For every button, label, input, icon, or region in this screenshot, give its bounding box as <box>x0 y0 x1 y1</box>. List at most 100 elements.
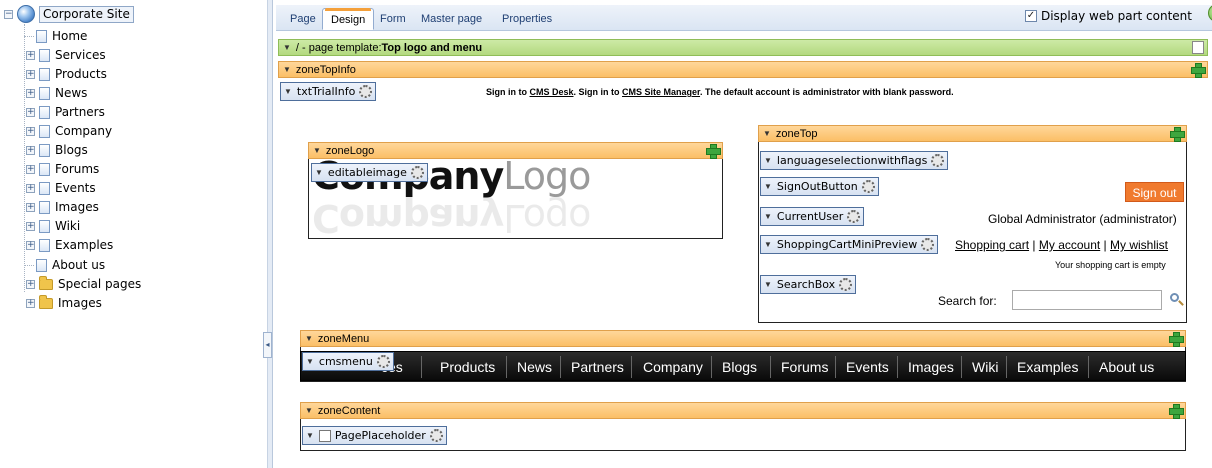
gear-icon[interactable] <box>921 238 935 251</box>
menu-arrow-icon[interactable]: ▼ <box>305 406 313 415</box>
cms-desk-link[interactable]: CMS Desk <box>530 87 574 97</box>
search-icon[interactable] <box>1170 293 1179 302</box>
menu-item-products[interactable]: Products <box>440 359 495 375</box>
tree-item-label[interactable]: Images <box>58 296 102 310</box>
menu-arrow-icon[interactable]: ▼ <box>763 129 771 138</box>
tree-item-examples[interactable]: + Examples <box>26 236 113 254</box>
expand-icon[interactable]: + <box>26 88 35 98</box>
menu-arrow-icon[interactable]: ▼ <box>315 168 323 177</box>
tree-item-blogs[interactable]: + Blogs <box>26 141 88 159</box>
tree-item-label[interactable]: Images <box>55 200 99 214</box>
menu-item-blogs[interactable]: Blogs <box>722 359 757 375</box>
expand-icon[interactable]: + <box>26 145 35 155</box>
webpart-cmsmenu[interactable]: ▼ cmsmenu <box>302 352 394 371</box>
webpart-languageselection[interactable]: ▼ languageselectionwithflags <box>760 151 949 170</box>
zone-top-bar[interactable]: ▼ zoneTop <box>758 125 1187 142</box>
gear-icon[interactable] <box>359 85 373 98</box>
sign-out-button[interactable]: Sign out <box>1125 182 1184 202</box>
menu-arrow-icon[interactable]: ▼ <box>306 431 314 440</box>
menu-arrow-icon[interactable]: ▼ <box>764 182 772 191</box>
gear-icon[interactable] <box>839 278 853 291</box>
tab-form[interactable]: Form <box>372 8 414 30</box>
expand-icon[interactable]: + <box>26 50 35 60</box>
tree-item-label[interactable]: Products <box>55 67 107 81</box>
display-webpart-toggle[interactable]: ✓ Display web part content <box>1024 9 1192 23</box>
menu-item-wiki[interactable]: Wiki <box>972 359 998 375</box>
tree-item-news[interactable]: + News <box>26 84 87 102</box>
menu-item-images[interactable]: Images <box>908 359 954 375</box>
tree-item-images[interactable]: + Images <box>26 198 99 216</box>
refresh-icon[interactable] <box>1208 4 1212 22</box>
menu-arrow-icon[interactable]: ▼ <box>764 156 772 165</box>
tree-item-wiki[interactable]: + Wiki <box>26 217 80 235</box>
tree-item-partners[interactable]: + Partners <box>26 103 105 121</box>
menu-item-forums[interactable]: Forums <box>781 359 828 375</box>
tree-item-label[interactable]: Partners <box>55 105 105 119</box>
page-template-bar[interactable]: ▼ / - page template: Top logo and menu <box>278 39 1208 56</box>
expand-icon[interactable]: + <box>26 279 35 289</box>
menu-item-examples[interactable]: Examples <box>1017 359 1078 375</box>
tree-item-label[interactable]: Home <box>52 29 87 43</box>
display-webpart-checkbox[interactable]: ✓ <box>1024 10 1037 22</box>
tree-item-label[interactable]: About us <box>52 258 105 272</box>
tree-item-products[interactable]: + Products <box>26 65 107 83</box>
webpart-editableimage[interactable]: ▼ editableimage <box>311 163 428 182</box>
webpart-pageplaceholder[interactable]: ▼ PagePlaceholder <box>302 426 447 445</box>
gear-icon[interactable] <box>376 355 390 368</box>
webpart-txttrialinfo[interactable]: ▼ txtTrialInfo <box>280 82 377 101</box>
gear-icon[interactable] <box>847 210 861 223</box>
tree-item-label[interactable]: Special pages <box>58 277 141 291</box>
zone-menu-bar[interactable]: ▼ zoneMenu <box>300 330 1186 347</box>
zone-content-bar[interactable]: ▼ zoneContent <box>300 402 1186 419</box>
my-account-link[interactable]: My account <box>1039 238 1100 252</box>
search-input[interactable] <box>1012 290 1162 310</box>
tree-item-company[interactable]: + Company <box>26 122 112 140</box>
tree-root-label[interactable]: Corporate Site <box>39 5 134 23</box>
menu-arrow-icon[interactable]: ▼ <box>284 87 292 96</box>
menu-item-news[interactable]: News <box>517 359 552 375</box>
expand-icon[interactable]: + <box>26 202 35 212</box>
expand-icon[interactable]: + <box>26 298 35 308</box>
collapse-icon[interactable]: − <box>4 9 13 19</box>
add-webpart-icon[interactable] <box>1191 63 1206 78</box>
cms-site-manager-link[interactable]: CMS Site Manager <box>622 87 700 97</box>
webpart-shoppingcartminipreview[interactable]: ▼ ShoppingCartMiniPreview <box>760 235 939 254</box>
menu-item-about-us[interactable]: About us <box>1099 359 1154 375</box>
gear-icon[interactable] <box>429 429 443 442</box>
menu-item-events[interactable]: Events <box>846 359 889 375</box>
zone-topinfo-bar[interactable]: ▼ zoneTopInfo <box>278 61 1208 78</box>
menu-arrow-icon[interactable]: ▼ <box>283 65 291 74</box>
collapse-panel-arrow-icon[interactable]: ◂ <box>263 332 272 358</box>
expand-icon[interactable]: + <box>26 107 35 117</box>
tree-item-label[interactable]: Examples <box>55 238 113 252</box>
add-webpart-icon[interactable] <box>1169 404 1184 419</box>
tree-item-label[interactable]: Forums <box>55 162 99 176</box>
gear-icon[interactable] <box>410 166 424 179</box>
tab-master-page[interactable]: Master page <box>413 8 490 30</box>
menu-item-partners[interactable]: Partners <box>571 359 624 375</box>
gear-icon[interactable] <box>861 180 875 193</box>
expand-icon[interactable]: + <box>26 126 35 136</box>
menu-arrow-icon[interactable]: ▼ <box>305 334 313 343</box>
shopping-cart-link[interactable]: Shopping cart <box>955 238 1029 252</box>
tree-item-label[interactable]: Services <box>55 48 106 62</box>
menu-arrow-icon[interactable]: ▼ <box>764 240 772 249</box>
menu-arrow-icon[interactable]: ▼ <box>764 280 772 289</box>
expand-icon[interactable]: + <box>26 240 35 250</box>
expand-icon[interactable]: + <box>26 69 35 79</box>
tree-item-about-us[interactable]: About us <box>24 256 105 274</box>
webpart-signoutbutton[interactable]: ▼ SignOutButton <box>760 177 879 196</box>
panel-splitter[interactable] <box>268 0 273 468</box>
tree-item-images-folder[interactable]: + Images <box>26 294 102 312</box>
add-webpart-icon[interactable] <box>1170 127 1185 142</box>
menu-item-company[interactable]: Company <box>643 359 703 375</box>
tree-item-label[interactable]: Wiki <box>55 219 80 233</box>
tree-root[interactable]: − Corporate Site <box>4 5 134 23</box>
tree-item-events[interactable]: + Events <box>26 179 96 197</box>
expand-icon[interactable]: + <box>26 183 35 193</box>
expand-icon[interactable]: + <box>26 164 35 174</box>
edit-template-icon[interactable] <box>1192 41 1204 54</box>
tree-item-forums[interactable]: + Forums <box>26 160 99 178</box>
tree-item-label[interactable]: Company <box>55 124 112 138</box>
add-webpart-icon[interactable] <box>706 144 721 159</box>
